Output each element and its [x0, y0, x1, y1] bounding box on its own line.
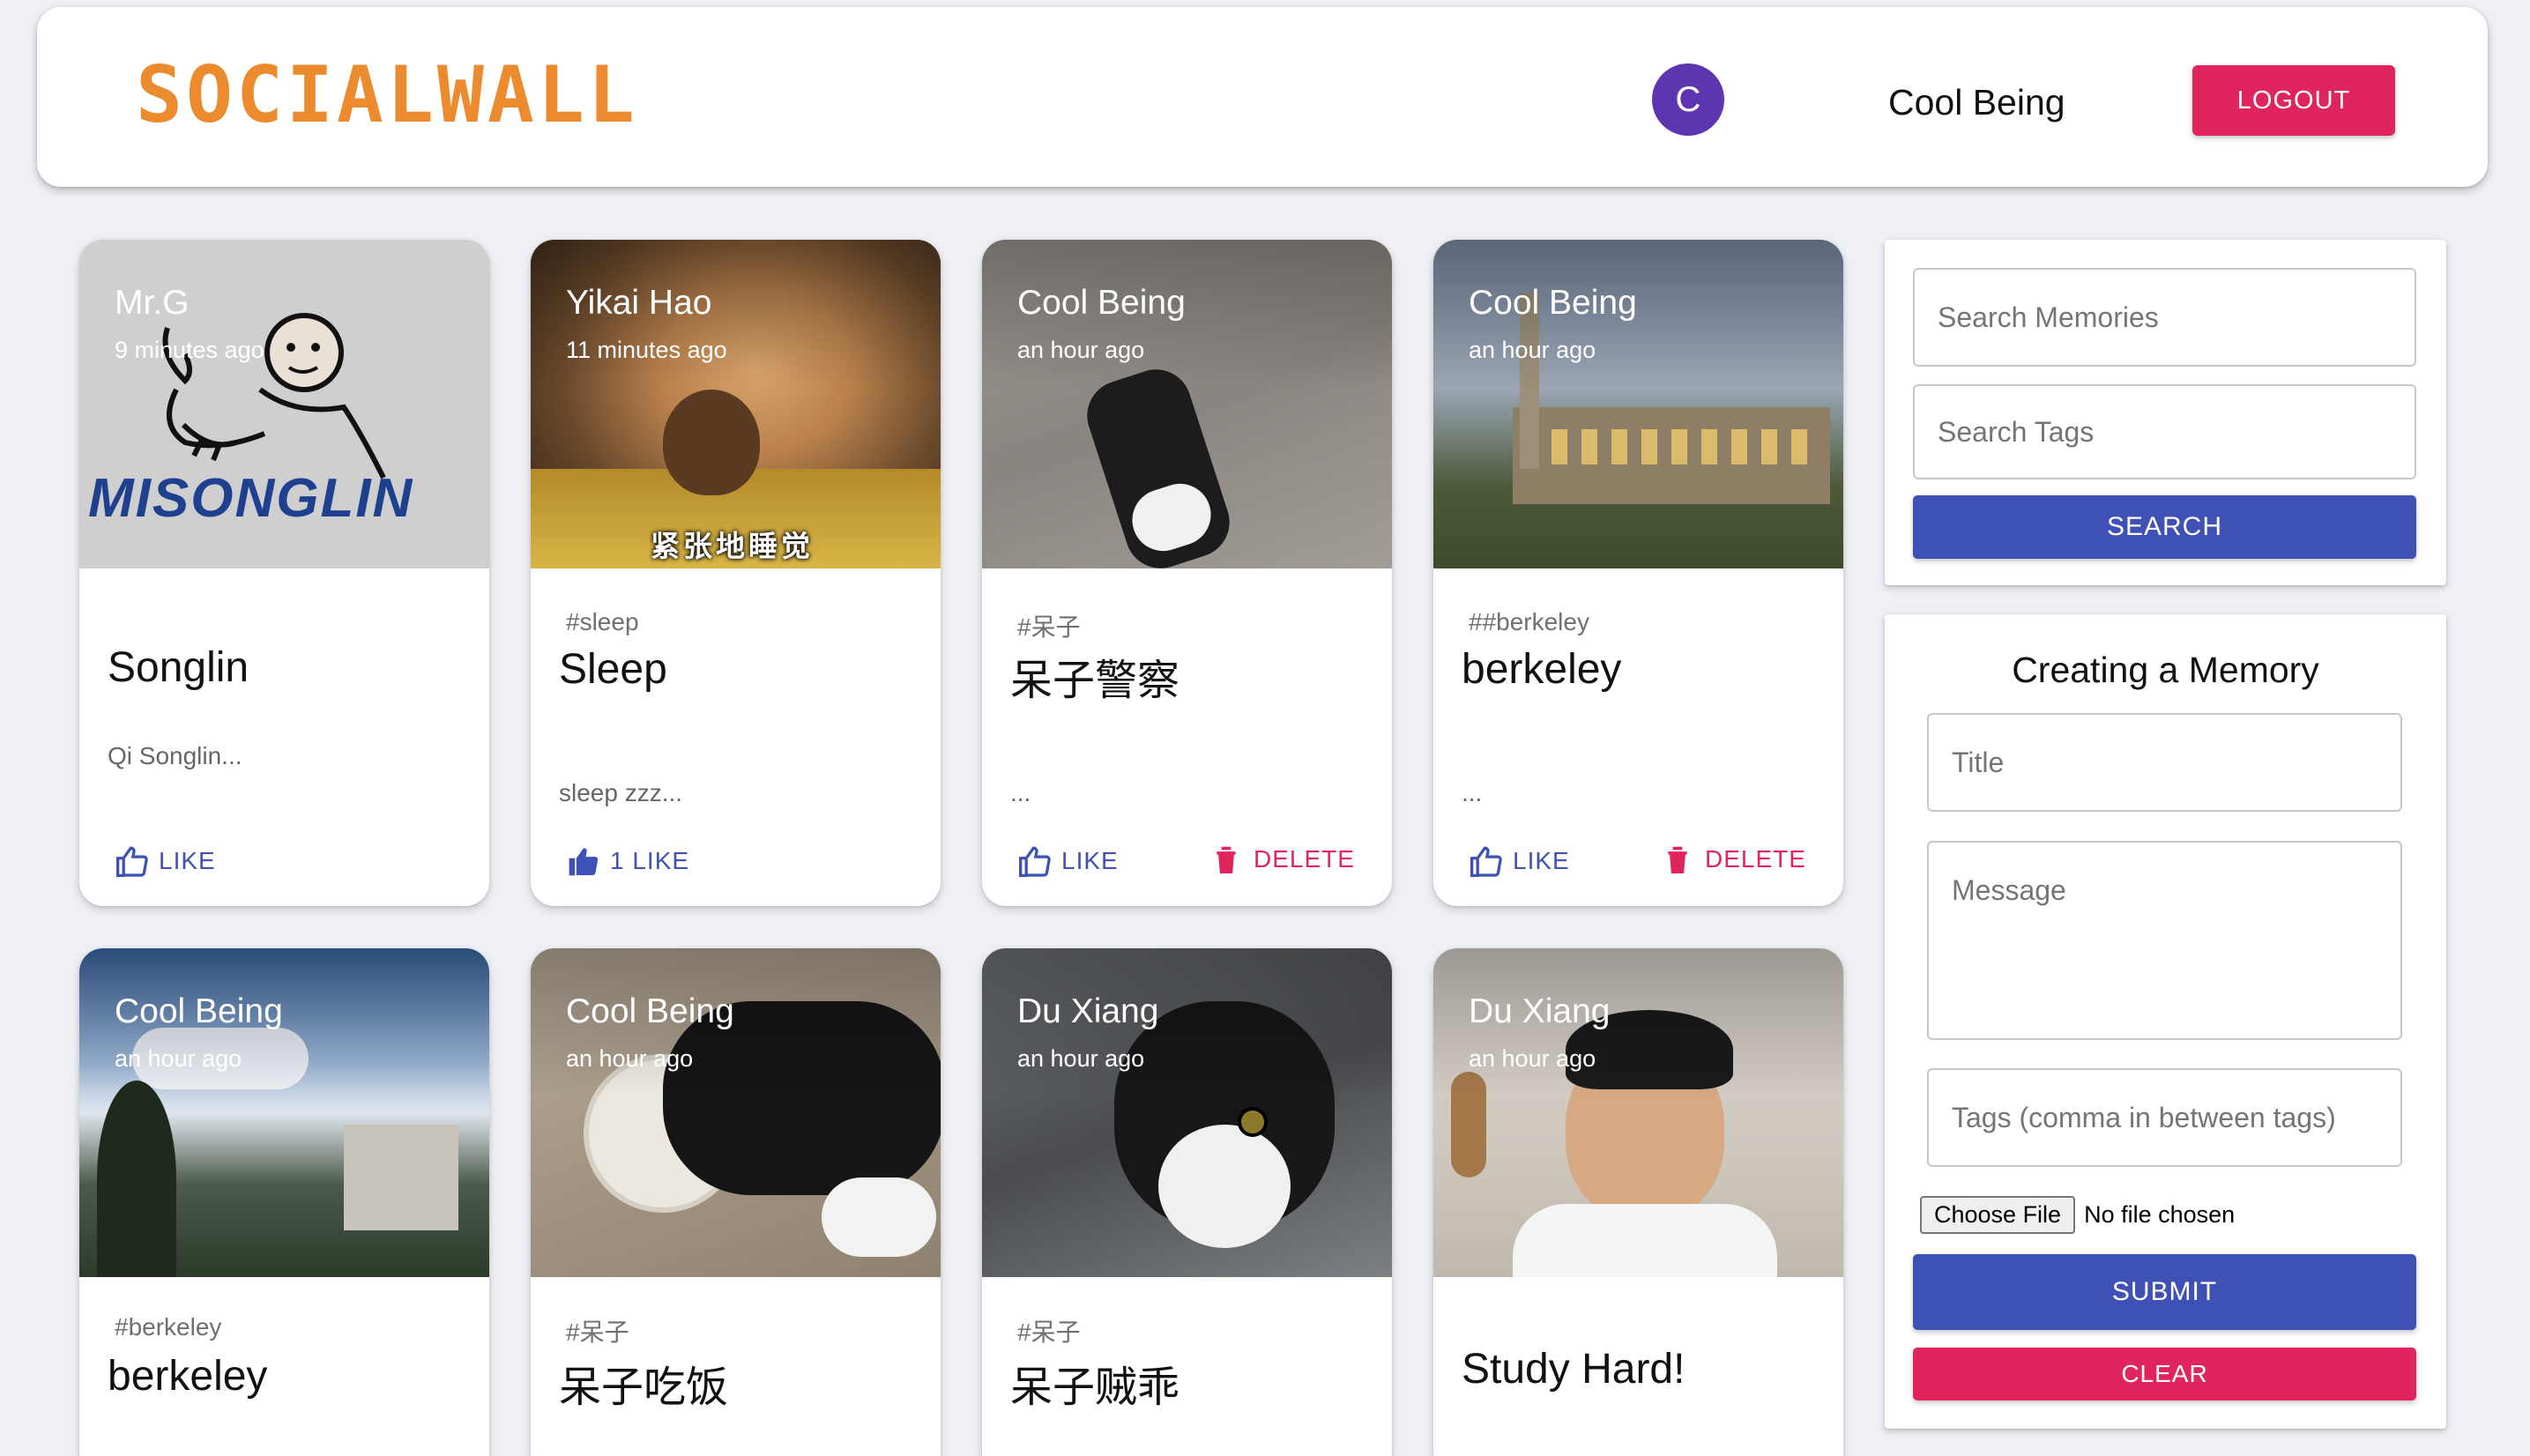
card-image: Cool Being an hour ago [531, 948, 941, 1277]
trash-icon [1217, 846, 1236, 873]
delete-button[interactable]: DELETE [1215, 845, 1355, 873]
card-tags: #呆子 [1017, 1319, 1081, 1346]
card-title: 呆子警察 [1010, 657, 1180, 704]
like-button[interactable]: LIKE [1469, 845, 1570, 877]
user-avatar[interactable]: C [1652, 63, 1724, 136]
card-image: Du Xiang an hour ago [1433, 948, 1843, 1277]
card-title: berkeley [1462, 646, 1622, 693]
file-status: No file chosen [2084, 1201, 2236, 1228]
delete-label: DELETE [1705, 845, 1806, 873]
search-panel: SEARCH [1885, 240, 2446, 585]
card-title: 呆子吃饭 [559, 1364, 729, 1411]
card-time: an hour ago [1017, 1045, 1145, 1072]
like-label: LIKE [1061, 847, 1119, 874]
card-title: Songlin [108, 644, 249, 691]
card-time: an hour ago [1469, 337, 1596, 363]
clear-button[interactable]: CLEAR [1913, 1348, 2416, 1400]
card-title: 呆子贼乖 [1010, 1364, 1180, 1411]
create-memory-panel: Creating a Memory Choose File No file ch… [1885, 614, 2446, 1429]
like-button[interactable]: LIKE [115, 845, 216, 877]
card-author: Du Xiang [1469, 992, 1611, 1030]
search-tags-input[interactable] [1913, 384, 2416, 479]
user-name: Cool Being [1888, 82, 2065, 123]
image-caption: 紧张地睡觉 [651, 530, 814, 562]
like-button[interactable]: 1 LIKE [566, 845, 689, 877]
card-author: Cool Being [1469, 284, 1637, 322]
card-tags: #sleep [566, 608, 639, 635]
card-image: Cool Being an hour ago [1433, 240, 1843, 568]
title-input[interactable] [1927, 713, 2402, 812]
like-button[interactable]: LIKE [1017, 845, 1119, 877]
card-author: Cool Being [1017, 284, 1186, 322]
card-author: Cool Being [115, 992, 283, 1030]
tags-input[interactable] [1927, 1068, 2402, 1167]
choose-file-button[interactable]: Choose File [1920, 1196, 2076, 1234]
card-title: Sleep [559, 646, 667, 693]
card-author: Du Xiang [1017, 992, 1159, 1030]
card-tags: ##berkeley [1469, 608, 1589, 635]
memory-card: Cool Being an hour ago #呆子 呆子吃饭 [531, 948, 941, 1456]
card-tags: #berkeley [115, 1313, 222, 1341]
card-image: MISONGLIN Mr.G 9 minutes ago [79, 240, 489, 568]
memory-card: Du Xiang an hour ago Study Hard! [1433, 948, 1843, 1456]
like-label: 1 LIKE [610, 847, 690, 874]
card-author: Cool Being [566, 992, 734, 1030]
card-title: Study Hard! [1462, 1346, 1685, 1393]
brand-logo[interactable]: SOCIALWALL [136, 56, 638, 134]
logout-button[interactable]: LOGOUT [2192, 65, 2395, 136]
card-tags: #呆子 [1017, 613, 1081, 641]
submit-button[interactable]: SUBMIT [1913, 1254, 2416, 1330]
memory-card: Cool Being an hour ago ##berkeley berkel… [1433, 240, 1843, 906]
memory-card: Yikai Hao 11 minutes ago 紧张地睡觉 #sleep Sl… [531, 240, 941, 906]
delete-button[interactable]: DELETE [1666, 845, 1806, 873]
card-author: Yikai Hao [566, 284, 712, 322]
card-image: Cool Being an hour ago [982, 240, 1392, 568]
delete-label: DELETE [1254, 845, 1355, 873]
card-time: an hour ago [1017, 337, 1145, 363]
image-logo-text: MISONGLIN [88, 468, 414, 529]
card-message: ... [1462, 779, 1483, 806]
thumb-up-filled-icon [569, 848, 599, 876]
card-time: an hour ago [566, 1045, 694, 1072]
like-label: LIKE [1513, 847, 1570, 874]
card-time: an hour ago [1469, 1045, 1596, 1072]
card-time: 9 minutes ago [115, 337, 264, 363]
card-message: Qi Songlin... [108, 742, 242, 769]
card-image: Yikai Hao 11 minutes ago 紧张地睡觉 [531, 240, 941, 568]
card-title: berkeley [108, 1353, 268, 1400]
file-picker: Choose File No file chosen [1920, 1196, 2235, 1234]
thumb-up-outline-icon [1019, 846, 1051, 877]
card-time: an hour ago [115, 1045, 242, 1072]
card-image: Du Xiang an hour ago [982, 948, 1392, 1277]
card-time: 11 minutes ago [566, 337, 727, 363]
search-memories-input[interactable] [1913, 268, 2416, 367]
memory-card: MISONGLIN Mr.G 9 minutes ago Songlin Qi … [79, 240, 489, 906]
card-image: Cool Being an hour ago [79, 948, 489, 1277]
card-message: sleep zzz... [559, 779, 683, 806]
card-author: Mr.G [115, 284, 190, 322]
thumb-up-outline-icon [1470, 846, 1502, 877]
memory-card: Cool Being an hour ago #呆子 呆子警察 ... LIKE… [982, 240, 1392, 906]
trash-icon [1668, 846, 1687, 873]
card-tags: #呆子 [566, 1319, 629, 1346]
memory-card: Du Xiang an hour ago #呆子 呆子贼乖 [982, 948, 1392, 1456]
message-textarea[interactable] [1927, 841, 2402, 1040]
card-message: ... [1010, 779, 1031, 806]
search-button[interactable]: SEARCH [1913, 495, 2416, 559]
memory-card: Cool Being an hour ago #berkeley berkele… [79, 948, 489, 1456]
form-heading: Creating a Memory [2012, 650, 2319, 690]
app-bar: SOCIALWALL C Cool Being LOGOUT [37, 7, 2488, 187]
thumb-up-outline-icon [116, 846, 148, 877]
like-label: LIKE [159, 847, 216, 874]
